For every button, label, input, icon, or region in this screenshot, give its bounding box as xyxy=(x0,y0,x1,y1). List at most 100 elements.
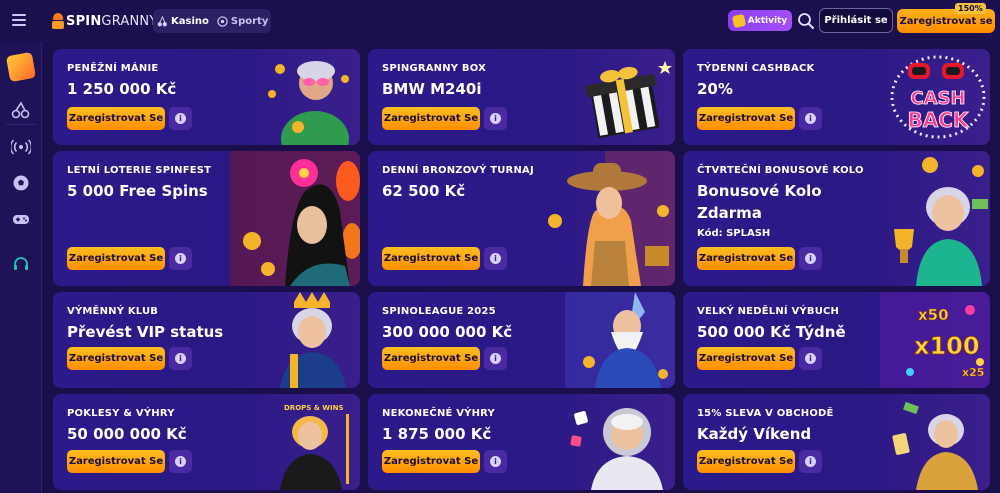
info-button[interactable]: i xyxy=(484,450,507,473)
info-button[interactable]: i xyxy=(169,347,192,370)
info-button[interactable]: i xyxy=(799,450,822,473)
gamepad-icon[interactable] xyxy=(11,209,31,229)
promo-subtitle: TÝDENNÍ CASHBACK xyxy=(697,63,815,74)
info-icon: i xyxy=(490,353,501,364)
info-icon: i xyxy=(805,456,816,467)
logo-spin: SPIN xyxy=(66,13,102,29)
promo-card: VELKÝ NEDĚLNÍ VÝBUCH 500 000 Kč Týdně Za… xyxy=(683,292,990,388)
register-button[interactable]: Zaregistrovat Se xyxy=(697,347,795,370)
tab-sporty[interactable]: Sporty xyxy=(217,16,268,27)
promo-title: BMW M240i xyxy=(382,80,482,98)
sidebar xyxy=(0,42,42,493)
info-button[interactable]: i xyxy=(169,247,192,270)
register-button[interactable]: Zaregistrovat Se xyxy=(67,107,165,130)
info-button[interactable]: i xyxy=(799,107,822,130)
soccer-ball-icon[interactable] xyxy=(11,173,31,193)
tab-kasino-label: Kasino xyxy=(171,15,209,27)
promo-title: 50 000 000 Kč xyxy=(67,425,187,443)
cashback-image: CASH BACK xyxy=(890,55,986,139)
register-button[interactable]: Zaregistrovat Se xyxy=(382,347,480,370)
tab-kasino[interactable]: Kasino xyxy=(157,15,209,27)
info-icon: i xyxy=(175,456,186,467)
info-button[interactable]: i xyxy=(799,247,822,270)
info-icon: i xyxy=(175,353,186,364)
info-icon: i xyxy=(490,456,501,467)
multipliers-image: x50 x100 x25 xyxy=(880,292,990,388)
promo-card: TÝDENNÍ CASHBACK 20% Zaregistrovat Se i … xyxy=(683,49,990,145)
soccer-ball-icon xyxy=(217,15,228,27)
granny-trophy-image xyxy=(894,157,988,286)
promotions-grid: PENĚŽNÍ MÁNIE 1 250 000 Kč Zaregistrovat… xyxy=(50,46,1000,493)
promo-subtitle: SPINOLEAGUE 2025 xyxy=(382,306,496,317)
register-button[interactable]: Zaregistrovat Se xyxy=(67,450,165,473)
aktivity-label: Aktivity xyxy=(747,15,788,26)
promotions-icon[interactable] xyxy=(5,51,37,83)
info-button[interactable]: i xyxy=(169,450,192,473)
logo[interactable]: SPINGRANNY xyxy=(52,10,158,32)
astronaut-granny-image xyxy=(570,408,663,490)
promo-subtitle: VÝMĚNNÝ KLUB xyxy=(67,306,159,317)
promo-card: PENĚŽNÍ MÁNIE 1 250 000 Kč Zaregistrovat… xyxy=(53,49,360,145)
cashback-line2: BACK xyxy=(908,108,970,132)
promo-card: SPINOLEAGUE 2025 300 000 000 Kč Zaregist… xyxy=(368,292,675,388)
promo-card: POKLESY & VÝHRY 50 000 000 Kč Zaregistro… xyxy=(53,394,360,490)
register-button[interactable]: Zaregistrovat Se xyxy=(697,450,795,473)
info-icon: i xyxy=(490,113,501,124)
activity-icon xyxy=(731,13,746,28)
promo-card: SPINGRANNY BOX BMW M240i Zaregistrovat S… xyxy=(368,49,675,145)
search-icon[interactable] xyxy=(796,11,816,31)
info-button[interactable]: i xyxy=(484,347,507,370)
top-bar: SPINGRANNY Kasino Sporty Aktivity Přihlá… xyxy=(0,0,1000,42)
promo-title: Převést VIP status xyxy=(67,323,224,341)
gold-granny-image xyxy=(892,401,978,490)
multiplier-x100: x100 xyxy=(914,332,980,360)
multiplier-x50: x50 xyxy=(918,306,949,324)
promo-subtitle: LETNÍ LOTERIE SPINFEST xyxy=(67,165,212,176)
cherry-icon xyxy=(157,15,167,26)
register-button[interactable]: Zaregistrovat Se xyxy=(67,247,165,270)
info-button[interactable]: i xyxy=(484,247,507,270)
register-button[interactable]: Zaregistrovat Se xyxy=(697,107,795,130)
promo-title: 1 875 000 Kč xyxy=(382,425,492,443)
promo-subtitle: SPINGRANNY BOX xyxy=(382,63,487,74)
cashback-line1: CASH xyxy=(910,88,965,109)
cherry-icon[interactable] xyxy=(11,100,31,120)
promo-title: Každý Víkend xyxy=(697,425,812,443)
drops-wins-granny-image: DROPS & WINS xyxy=(280,404,349,490)
promo-subtitle: VELKÝ NEDĚLNÍ VÝBUCH xyxy=(697,306,840,317)
granny-sunglasses-image xyxy=(268,61,349,145)
promo-card: NEKONEČNÉ VÝHRY 1 875 000 Kč Zaregistrov… xyxy=(368,394,675,490)
asian-lady-image xyxy=(230,151,360,286)
bonus-badge: 150% xyxy=(955,3,986,14)
sidebar-divider xyxy=(6,124,36,125)
menu-icon[interactable] xyxy=(12,14,26,26)
info-button[interactable]: i xyxy=(799,347,822,370)
register-button[interactable]: Zaregistrovat Se xyxy=(382,450,480,473)
category-tabs: Kasino Sporty xyxy=(153,9,271,33)
support-headset-icon[interactable] xyxy=(11,254,31,274)
promo-title: 500 000 Kč Týdně xyxy=(697,323,846,341)
gift-box-image xyxy=(585,61,672,139)
multiplier-x25: x25 xyxy=(962,366,984,379)
register-button[interactable]: Zaregistrovat Se xyxy=(382,247,480,270)
promo-card: 15% SLEVA V OBCHODĚ Každý Víkend Zaregis… xyxy=(683,394,990,490)
promo-title: Bonusové Kolo Zdarma xyxy=(697,182,822,222)
promo-subtitle: NEKONEČNÉ VÝHRY xyxy=(382,408,495,419)
drops-wins-logo: DROPS & WINS xyxy=(284,404,344,412)
info-button[interactable]: i xyxy=(169,107,192,130)
register-button[interactable]: Zaregistrovat Se xyxy=(697,247,795,270)
promo-card: ČTVRTEČNÍ BONUSOVÉ KOLO Bonusové Kolo Zd… xyxy=(683,151,990,286)
promo-subtitle: 15% SLEVA V OBCHODĚ xyxy=(697,408,834,419)
promo-title: 1 250 000 Kč xyxy=(67,80,177,98)
login-button[interactable]: Přihlásit se xyxy=(819,8,893,33)
info-icon: i xyxy=(805,253,816,264)
register-button[interactable]: Zaregistrovat Se xyxy=(67,347,165,370)
register-button[interactable]: Zaregistrovat Se xyxy=(382,107,480,130)
promo-title: 20% xyxy=(697,80,733,98)
live-icon[interactable] xyxy=(11,137,31,157)
aktivity-button[interactable]: Aktivity xyxy=(728,10,792,31)
info-icon: i xyxy=(805,113,816,124)
info-icon: i xyxy=(490,253,501,264)
granny-logo-icon xyxy=(52,13,64,29)
info-button[interactable]: i xyxy=(484,107,507,130)
